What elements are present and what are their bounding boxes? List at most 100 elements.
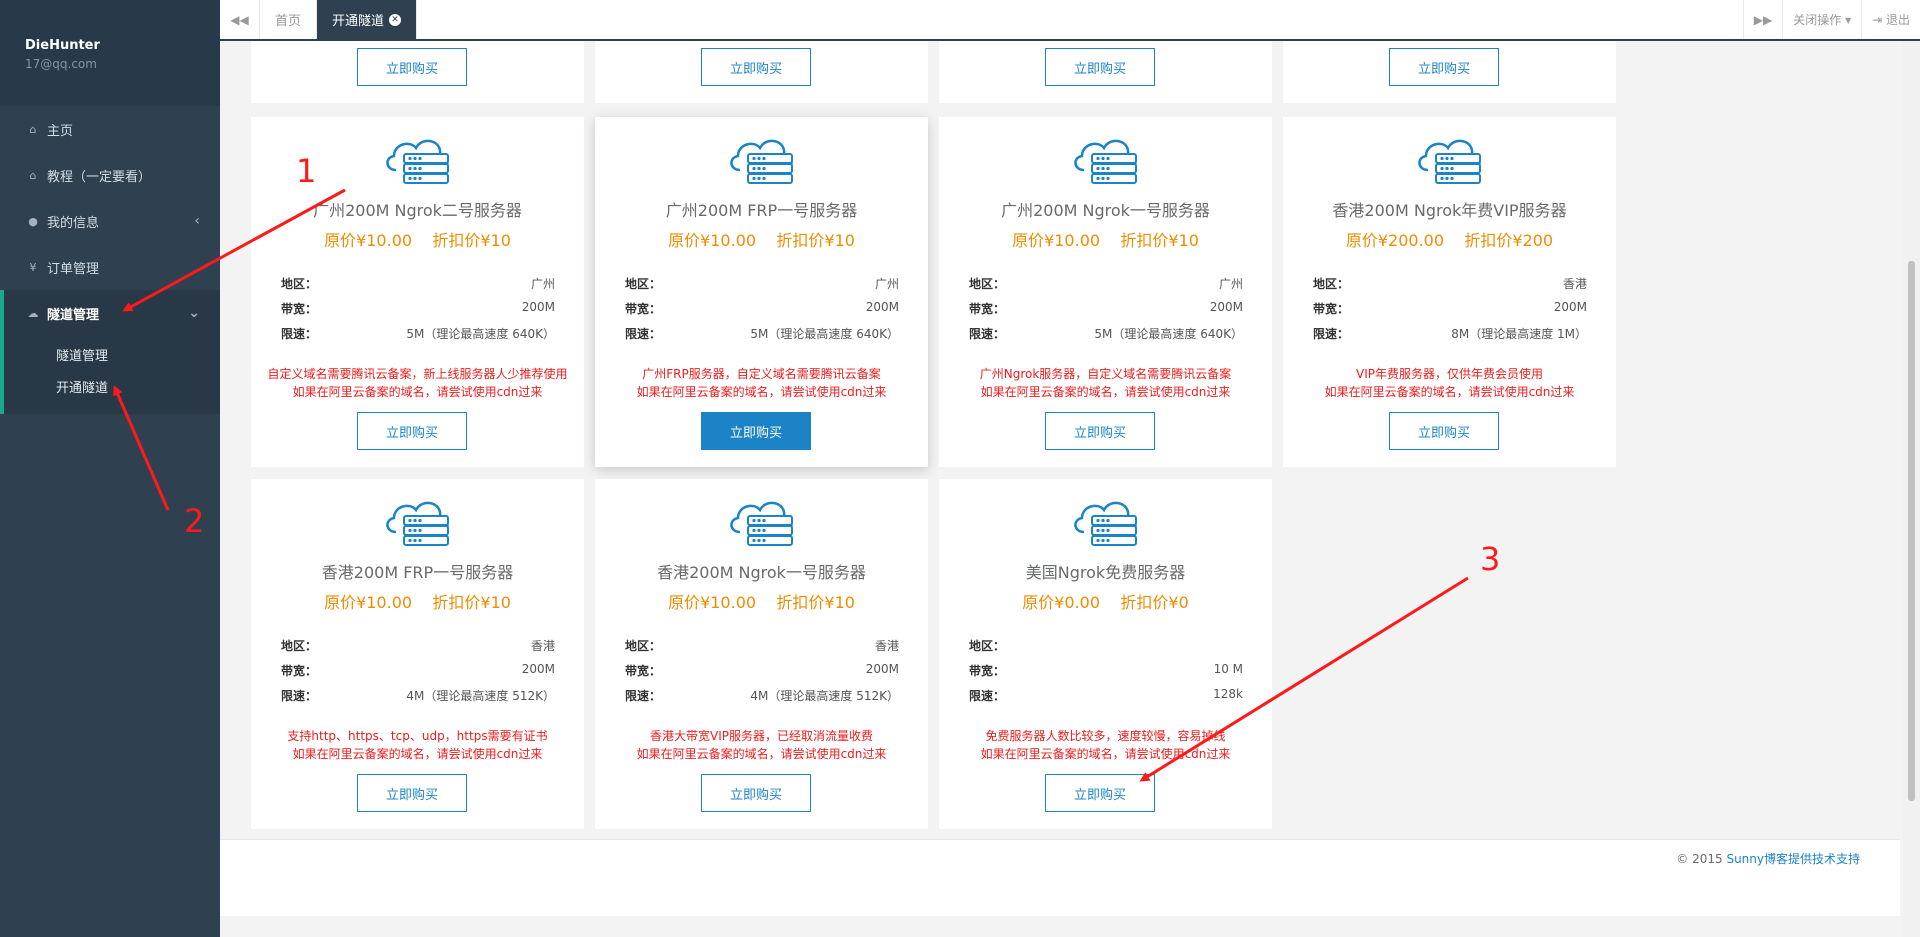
buy-button[interactable]: 立即购买 xyxy=(1389,48,1499,86)
spec-key: 限速： xyxy=(281,327,318,341)
server-note: 广州FRP服务器，自定义域名需要腾讯云备案 xyxy=(642,367,881,381)
spec-limit: 限速： 5M（理论最高速度 640K） xyxy=(969,325,1243,342)
server-price: 原价¥10.00 折扣价¥10 xyxy=(668,231,855,250)
buy-button[interactable]: 立即购买 xyxy=(701,774,811,812)
nav-sub-open-tunnel[interactable]: 开通隧道 xyxy=(4,370,220,402)
spec-key: 带宽： xyxy=(281,664,318,678)
nav-home[interactable]: ⌂ 主页 xyxy=(0,106,220,152)
caret-down-icon: ▾ xyxy=(1841,12,1852,27)
nav-tutorial[interactable]: ⌂ 教程（一定要看） xyxy=(0,152,220,198)
tab-open-tunnel[interactable]: 开通隧道 ✕ xyxy=(317,0,418,39)
copyright-prefix: © 2015 xyxy=(1676,852,1727,866)
server-card-partial: 立即购买 xyxy=(1283,41,1616,103)
spec-region: 地区： 香港 xyxy=(1313,275,1587,292)
scroll-tabs-left-button[interactable]: ◀◀ xyxy=(220,0,260,39)
topbar-right: ▶▶ 关闭操作 ▾ ⇥ 退出 xyxy=(1742,0,1920,39)
buy-button[interactable]: 立即购买 xyxy=(701,412,811,450)
username: DieHunter xyxy=(25,38,100,53)
spec-limit: 限速： 5M（理论最高速度 640K） xyxy=(625,325,899,342)
tab-home[interactable]: 首页 xyxy=(260,0,318,39)
buy-button[interactable]: 立即购买 xyxy=(357,48,467,86)
spec-key: 带宽： xyxy=(969,664,1006,678)
buy-button[interactable]: 立即购买 xyxy=(1045,774,1155,812)
spec-bandwidth: 带宽： 200M xyxy=(625,662,899,679)
nav-label: 教程（一定要看） xyxy=(47,169,152,185)
server-title: 香港200M FRP一号服务器 xyxy=(321,563,514,582)
close-operations-dropdown[interactable]: 关闭操作 ▾ xyxy=(1782,0,1861,39)
server-note: 自定义域名需要腾讯云备案，新上线服务器人少推荐使用 xyxy=(267,367,568,381)
logout-label: 退出 xyxy=(1885,13,1910,27)
nav-sub-tunnel-manage[interactable]: 隧道管理 xyxy=(4,338,220,370)
server-card: 香港200M Ngrok一号服务器 原价¥10.00 折扣价¥10 地区： 香港 带宽：… xyxy=(595,479,928,829)
server-note: 如果在阿里云备案的域名，请尝试使用cdn过来 xyxy=(636,385,887,399)
server-card-partial: 立即购买 xyxy=(939,41,1272,103)
buy-button[interactable]: 立即购买 xyxy=(1045,48,1155,86)
server-note: 如果在阿里云备案的域名，请尝试使用cdn过来 xyxy=(980,747,1231,761)
nav-tunnel-manage[interactable]: ☁ 隧道管理 ⌄ xyxy=(4,290,220,336)
spec-limit: 限速： 8M（理论最高速度 1M） xyxy=(1313,325,1587,342)
spec-value: 10 M xyxy=(1213,662,1243,676)
nav-orders[interactable]: ¥ 订单管理 xyxy=(0,244,220,290)
server-note: 如果在阿里云备案的域名，请尝试使用cdn过来 xyxy=(292,385,543,399)
spec-region: 地区： 香港 xyxy=(625,637,899,654)
server-card-partial: 立即购买 xyxy=(251,41,584,103)
nav-submenu: 隧道管理 开通隧道 xyxy=(4,336,220,414)
tab-label: 开通隧道 xyxy=(332,14,385,29)
spec-value: 广州 xyxy=(874,277,899,291)
buy-button[interactable]: 立即购买 xyxy=(701,48,811,86)
spec-value: 5M（理论最高速度 640K） xyxy=(406,327,555,341)
user-profile[interactable]: DieHunter 17@qq.com xyxy=(0,0,220,106)
server-note: 广州Ngrok服务器，自定义域名需要腾讯云备案 xyxy=(979,367,1232,381)
server-note: 支持http、https、tcp、udp，https需要有证书 xyxy=(287,729,548,743)
spec-bandwidth: 带宽： 200M xyxy=(1313,300,1587,317)
spec-value: 200M xyxy=(521,300,555,314)
buy-button[interactable]: 立即购买 xyxy=(1045,412,1155,450)
buy-button[interactable]: 立即购买 xyxy=(1389,412,1499,450)
footer-link[interactable]: Sunny博客提供技术支持 xyxy=(1726,852,1860,866)
spec-bandwidth: 带宽： 200M xyxy=(281,662,555,679)
spec-key: 带宽： xyxy=(625,302,662,316)
spec-key: 地区： xyxy=(625,639,662,653)
annotation-2: 2 xyxy=(184,502,205,540)
spec-value: 4M（理论最高速度 512K） xyxy=(750,689,899,703)
server-card-partial: 立即购买 xyxy=(595,41,928,103)
spec-key: 带宽： xyxy=(969,302,1006,316)
spec-region: 地区： 广州 xyxy=(281,275,555,292)
scroll-tabs-right-button[interactable]: ▶▶ xyxy=(1742,0,1782,39)
nav-my-info[interactable]: ● 我的信息 ‹ xyxy=(0,198,220,244)
spec-limit: 限速： 4M（理论最高速度 512K） xyxy=(281,687,555,704)
cloud-server-icon xyxy=(726,132,798,184)
spec-key: 地区： xyxy=(281,277,318,291)
sidebar: DieHunter 17@qq.com ⌂ 主页 ⌂ 教程（一定要看） ● 我的信息 ‹… xyxy=(0,0,220,937)
spec-region: 地区： 广州 xyxy=(625,275,899,292)
spec-region: 地区： xyxy=(969,637,1243,654)
vertical-scrollbar[interactable] xyxy=(1903,41,1920,937)
server-card: 香港200M Ngrok年费VIP服务器 原价¥200.00 折扣价¥200 地区：… xyxy=(1283,117,1616,467)
spec-key: 限速： xyxy=(969,327,1006,341)
logout-button[interactable]: ⇥ 退出 xyxy=(1861,0,1920,39)
server-note: 香港大带宽VIP服务器，已经取消流量收费 xyxy=(650,729,873,743)
server-price: 原价¥200.00 折扣价¥200 xyxy=(1345,231,1554,250)
spec-value: 200M xyxy=(1553,300,1587,314)
logout-icon: ⇥ xyxy=(1872,12,1886,27)
buy-button[interactable]: 立即购买 xyxy=(357,774,467,812)
spec-key: 地区： xyxy=(1313,277,1350,291)
forward-icon: ▶▶ xyxy=(1753,12,1773,27)
close-icon[interactable]: ✕ xyxy=(389,13,402,26)
spec-region: 地区： 广州 xyxy=(969,275,1243,292)
server-note: 如果在阿里云备案的域名，请尝试使用cdn过来 xyxy=(292,747,543,761)
spec-key: 地区： xyxy=(625,277,662,291)
nav-label: 我的信息 xyxy=(47,215,100,231)
spec-limit: 限速： 5M（理论最高速度 640K） xyxy=(281,325,555,342)
spec-value: 广州 xyxy=(1218,277,1243,291)
server-card: 广州200M FRP一号服务器 原价¥10.00 折扣价¥10 地区： 广州 带宽： 20… xyxy=(595,117,928,467)
buy-button[interactable]: 立即购买 xyxy=(357,412,467,450)
server-price: 原价¥10.00 折扣价¥10 xyxy=(324,231,511,250)
spec-key: 带宽： xyxy=(625,664,662,678)
spec-value: 5M（理论最高速度 640K） xyxy=(1094,327,1243,341)
spec-key: 带宽： xyxy=(281,302,318,316)
scrollbar-thumb[interactable] xyxy=(1908,261,1915,801)
spec-bandwidth: 带宽： 200M xyxy=(625,300,899,317)
server-title: 广州200M Ngrok一号服务器 xyxy=(1001,201,1210,220)
spec-value: 8M（理论最高速度 1M） xyxy=(1451,327,1587,341)
